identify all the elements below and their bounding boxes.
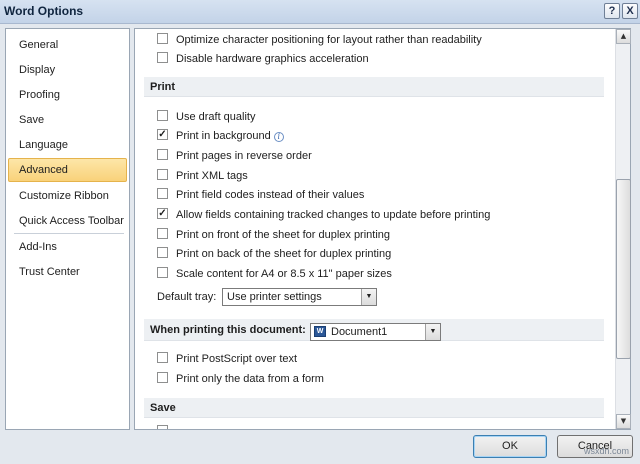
option-use-draft-quality[interactable]: Use draft quality: [157, 108, 255, 126]
checkbox[interactable]: [157, 110, 168, 121]
close-button[interactable]: X: [622, 3, 638, 19]
options-sidebar: General Display Proofing Save Language A…: [5, 28, 130, 430]
sidebar-item-trust-center[interactable]: Trust Center: [8, 260, 127, 284]
checkbox[interactable]: [157, 33, 168, 44]
option-print-field-codes[interactable]: Print field codes instead of their value…: [157, 186, 364, 204]
sidebar-item-add-ins[interactable]: Add-Ins: [8, 235, 127, 259]
scrollbar-thumb[interactable]: [616, 179, 631, 359]
vertical-scrollbar[interactable]: ▲ ▼: [615, 29, 631, 429]
option-scale-content-paper[interactable]: Scale content for A4 or 8.5 x 11" paper …: [157, 265, 392, 283]
option-label: Allow fields containing tracked changes …: [176, 209, 491, 221]
sidebar-divider: [14, 233, 124, 234]
option-print-xml-tags[interactable]: Print XML tags: [157, 167, 248, 185]
sidebar-item-proofing[interactable]: Proofing: [8, 83, 127, 107]
option-label: Print on back of the sheet for duplex pr…: [176, 248, 392, 260]
scroll-up-icon[interactable]: ▲: [616, 29, 631, 44]
checkbox-checked[interactable]: [157, 208, 168, 219]
scroll-down-icon[interactable]: ▼: [616, 414, 631, 429]
sidebar-item-language[interactable]: Language: [8, 133, 127, 157]
option-allow-tracked-fields-update[interactable]: Allow fields containing tracked changes …: [157, 206, 490, 224]
option-disable-hardware-acceleration[interactable]: Disable hardware graphics acceleration: [157, 50, 369, 68]
option-label: Scale content for A4 or 8.5 x 11" paper …: [176, 268, 392, 280]
sidebar-item-advanced[interactable]: Advanced: [8, 158, 127, 182]
checkbox[interactable]: [157, 352, 168, 363]
option-label: Print field codes instead of their value…: [176, 189, 365, 201]
checkbox-checked[interactable]: [157, 129, 168, 140]
checkbox[interactable]: [157, 228, 168, 239]
checkbox[interactable]: [157, 52, 168, 63]
checkbox[interactable]: [157, 149, 168, 160]
option-print-postscript[interactable]: Print PostScript over text: [157, 350, 297, 368]
section-heading-save: Save: [144, 398, 604, 418]
option-print-in-background[interactable]: Print in backgroundi: [157, 127, 284, 145]
option-label: Print PostScript over text: [176, 353, 298, 365]
sidebar-item-save[interactable]: Save: [8, 108, 127, 132]
option-label: Use draft quality: [176, 111, 256, 123]
sidebar-item-customize-ribbon[interactable]: Customize Ribbon: [8, 184, 127, 208]
checkbox[interactable]: [157, 169, 168, 180]
info-icon[interactable]: i: [273, 132, 284, 142]
checkbox[interactable]: [157, 425, 168, 429]
ok-button[interactable]: OK: [473, 435, 547, 458]
option-print-front-duplex[interactable]: Print on front of the sheet for duplex p…: [157, 226, 390, 244]
when-printing-label: When printing this document:: [150, 324, 306, 336]
window-title: Word Options: [4, 4, 84, 18]
option-label: Print on front of the sheet for duplex p…: [176, 229, 391, 241]
option-partial-row[interactable]: [157, 423, 176, 429]
option-label: Optimize character positioning for layou…: [176, 34, 482, 46]
watermark: wsxdn.com: [584, 446, 630, 456]
option-label: Disable hardware graphics acceleration: [176, 53, 369, 65]
option-label: Print pages in reverse order: [176, 150, 312, 162]
option-print-form-data[interactable]: Print only the data from a form: [157, 370, 324, 388]
default-tray-label: Default tray:: [157, 291, 217, 303]
option-print-reverse-order[interactable]: Print pages in reverse order: [157, 147, 312, 165]
dropdown-arrow-icon[interactable]: ▼: [361, 289, 376, 305]
advanced-options-panel: Optimize character positioning for layou…: [134, 28, 631, 430]
checkbox[interactable]: [157, 372, 168, 383]
checkbox[interactable]: [157, 267, 168, 278]
option-label: Print only the data from a form: [176, 373, 324, 385]
help-button[interactable]: ?: [604, 3, 620, 19]
checkbox[interactable]: [157, 247, 168, 258]
title-bar: Word Options ? X: [0, 0, 640, 24]
option-optimize-character-positioning[interactable]: Optimize character positioning for layou…: [157, 31, 482, 49]
default-tray-value: Use printer settings: [227, 291, 322, 303]
option-print-back-duplex[interactable]: Print on back of the sheet for duplex pr…: [157, 245, 391, 263]
default-tray-dropdown[interactable]: Use printer settings ▼: [222, 288, 377, 306]
section-heading-print: Print: [144, 77, 604, 97]
sidebar-item-quick-access-toolbar[interactable]: Quick Access Toolbar: [8, 209, 127, 233]
document-name: Document1: [331, 326, 388, 338]
option-label: Print XML tags: [176, 170, 248, 182]
document-dropdown[interactable]: W Document1 ▼: [310, 323, 441, 341]
dropdown-arrow-icon[interactable]: ▼: [425, 324, 440, 340]
sidebar-item-display[interactable]: Display: [8, 58, 127, 82]
sidebar-item-general[interactable]: General: [8, 33, 127, 57]
dialog-body: General Display Proofing Save Language A…: [0, 24, 640, 464]
checkbox[interactable]: [157, 188, 168, 199]
option-label: Print in background: [176, 130, 271, 142]
word-document-icon: W: [314, 326, 326, 337]
